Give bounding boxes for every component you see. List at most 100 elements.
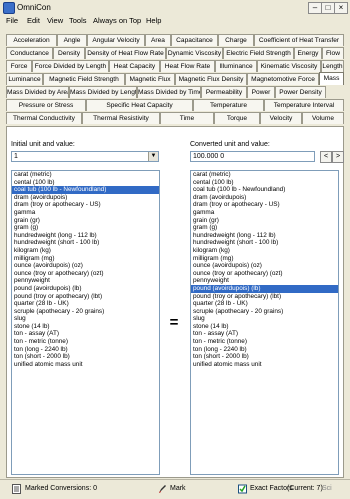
tab-pressure-or-stress[interactable]: Pressure or Stress (6, 99, 86, 111)
tab-time[interactable]: Time (160, 112, 214, 124)
list-item[interactable]: dram (troy or apothecary - US) (12, 201, 159, 209)
initial-unit-list[interactable]: carat (metric) cental (100 lb) coal tub (1… (11, 170, 160, 475)
list-item[interactable]: stone (14 lb) (12, 323, 159, 331)
marker-icon[interactable] (158, 484, 167, 494)
tab-mass[interactable]: Mass (319, 72, 344, 85)
previous-button[interactable]: < (320, 151, 332, 163)
list-item[interactable]: slug (12, 315, 159, 323)
menu-help[interactable]: Help (146, 16, 161, 25)
list-item[interactable]: quarter (28 lb - UK) (12, 300, 159, 308)
list-item[interactable]: gram (g) (191, 224, 338, 232)
tab-electric-field-strength[interactable]: Electric Field Strength (223, 47, 294, 59)
list-item[interactable]: ton - metric (tonne) (191, 338, 338, 346)
list-item[interactable]: ton (long - 2240 lb) (191, 346, 338, 354)
list-item[interactable]: hundredweight (short - 100 lb) (191, 239, 338, 247)
list-item[interactable]: hundredweight (long - 112 lb) (12, 232, 159, 240)
menu-tools[interactable]: Tools (69, 16, 87, 25)
list-item[interactable]: pennyweight (12, 277, 159, 285)
tab-heat-flow-rate[interactable]: Heat Flow Rate (160, 60, 215, 72)
list-item[interactable]: hundredweight (short - 100 lb) (12, 239, 159, 247)
tab-magnetic-field-strength[interactable]: Magnetic Field Strength (43, 73, 125, 85)
tab-dynamic-viscosity[interactable]: Dynamic Viscosity (166, 47, 223, 59)
list-item[interactable]: ounce (troy or apothecary) (ozt) (191, 270, 338, 278)
tab-torque[interactable]: Torque (214, 112, 260, 124)
tab-force-divided-by-length[interactable]: Force Divided by Length (32, 60, 109, 72)
list-item[interactable]: pound (troy or apothecary) (lbt) (12, 293, 159, 301)
list-item[interactable]: scruple (apothecary - 20 grains) (191, 308, 338, 316)
list-item[interactable]: dram (avoirdupois) (12, 194, 159, 202)
list-item[interactable]: coal tub (100 lb - Newfoundland) (12, 186, 159, 194)
chevron-down-icon[interactable]: ▼ (148, 152, 158, 161)
tab-kinematic-viscosity[interactable]: Kinematic Viscosity (257, 60, 321, 72)
list-item[interactable]: pound (avoirdupois) (lb) (12, 285, 159, 293)
tab-power-density[interactable]: Power Density (275, 86, 326, 98)
list-item[interactable]: dram (troy or apothecary - US) (191, 201, 338, 209)
tab-specific-heat-capacity[interactable]: Specific Heat Capacity (86, 99, 193, 111)
list-item[interactable]: quarter (28 lb - UK) (191, 300, 338, 308)
tab-mass-divided-by-area[interactable]: Mass Divided by Area (6, 86, 69, 98)
tab-magnetomotive-force[interactable]: Magnetomotive Force (247, 73, 319, 85)
tab-angle[interactable]: Angle (57, 34, 87, 46)
next-button[interactable]: > (332, 151, 344, 163)
list-item[interactable]: ton - assay (AT) (191, 330, 338, 338)
menu-edit[interactable]: Edit (27, 16, 40, 25)
tab-power[interactable]: Power (247, 86, 275, 98)
tab-length[interactable]: Length (321, 60, 344, 72)
converted-value-field[interactable]: 100.000 0 (190, 151, 315, 162)
list-item[interactable]: unified atomic mass unit (191, 361, 338, 369)
list-item[interactable]: kilogram (kg) (191, 247, 338, 255)
list-item[interactable]: carat (metric) (12, 171, 159, 179)
list-item[interactable]: gram (g) (12, 224, 159, 232)
tab-temperature[interactable]: Temperature (193, 99, 264, 111)
tab-energy[interactable]: Energy (294, 47, 322, 59)
tab-angular-velocity[interactable]: Angular Velocity (87, 34, 145, 46)
tab-permeability[interactable]: Permeability (201, 86, 247, 98)
menu-always-on-top[interactable]: Always on Top (93, 16, 141, 25)
converted-unit-list[interactable]: carat (metric) cental (100 lb) coal tub (1… (190, 170, 339, 475)
maximize-button[interactable]: □ (321, 2, 335, 14)
exact-factors-checkbox[interactable] (238, 484, 247, 494)
list-item[interactable]: hundredweight (long - 112 lb) (191, 232, 338, 240)
tab-mass-divided-by-time[interactable]: Mass Divided by Time (137, 86, 201, 98)
tab-magnetic-flux-density[interactable]: Magnetic Flux Density (175, 73, 247, 85)
list-item[interactable]: coal tub (100 lb - Newfoundland) (191, 186, 338, 194)
sci-toggle[interactable]: Sci (322, 485, 332, 492)
initial-value-input[interactable]: 1 ▼ (11, 151, 159, 162)
tab-force[interactable]: Force (6, 60, 32, 72)
list-item[interactable]: ounce (avoirdupois) (oz) (191, 262, 338, 270)
tab-mass-divided-by-length[interactable]: Mass Divided by Length (69, 86, 137, 98)
list-item[interactable]: gamma (191, 209, 338, 217)
tab-density[interactable]: Density (53, 47, 85, 59)
tab-flow[interactable]: Flow (322, 47, 344, 59)
tab-volume[interactable]: Volume (302, 112, 344, 124)
list-item[interactable]: gamma (12, 209, 159, 217)
tab-illuminance[interactable]: Illuminance (215, 60, 257, 72)
tab-density-of-heat-flow-rate[interactable]: Density of Heat Flow Rate (85, 47, 166, 59)
list-item[interactable]: ton (short - 2000 lb) (191, 353, 338, 361)
list-item[interactable]: scruple (apothecary - 20 grains) (12, 308, 159, 316)
tab-charge[interactable]: Charge (218, 34, 254, 46)
tab-capacitance[interactable]: Capacitance (171, 34, 218, 46)
list-item[interactable]: ton - assay (AT) (12, 330, 159, 338)
menu-file[interactable]: File (6, 16, 18, 25)
list-item[interactable]: dram (avoirdupois) (191, 194, 338, 202)
list-item[interactable]: cental (100 lb) (191, 179, 338, 187)
tab-conductance[interactable]: Conductance (6, 47, 53, 59)
tab-thermal-conductivity[interactable]: Thermal Conductivity (6, 112, 82, 124)
tab-acceleration[interactable]: Acceleration (6, 34, 57, 46)
list-item[interactable]: slug (191, 315, 338, 323)
tab-heat-capacity[interactable]: Heat Capacity (109, 60, 160, 72)
mark-button[interactable]: Mark (170, 485, 186, 492)
list-item[interactable]: milligram (mg) (12, 255, 159, 263)
list-item[interactable]: cental (100 lb) (12, 179, 159, 187)
tab-coefficient-of-heat-transfer[interactable]: Coefficient of Heat Transfer (254, 34, 344, 46)
tab-velocity[interactable]: Velocity (260, 112, 302, 124)
list-item[interactable]: pennyweight (191, 277, 338, 285)
tab-magnetic-flux[interactable]: Magnetic Flux (125, 73, 175, 85)
tab-luminance[interactable]: Luminance (6, 73, 43, 85)
list-item[interactable]: pound (avoirdupois) (lb) (191, 284, 338, 293)
list-item[interactable]: ounce (avoirdupois) (oz) (12, 262, 159, 270)
list-item[interactable]: carat (metric) (191, 171, 338, 179)
list-item[interactable]: grain (gr) (191, 217, 338, 225)
list-item[interactable]: ounce (troy or apothecary) (ozt) (12, 270, 159, 278)
